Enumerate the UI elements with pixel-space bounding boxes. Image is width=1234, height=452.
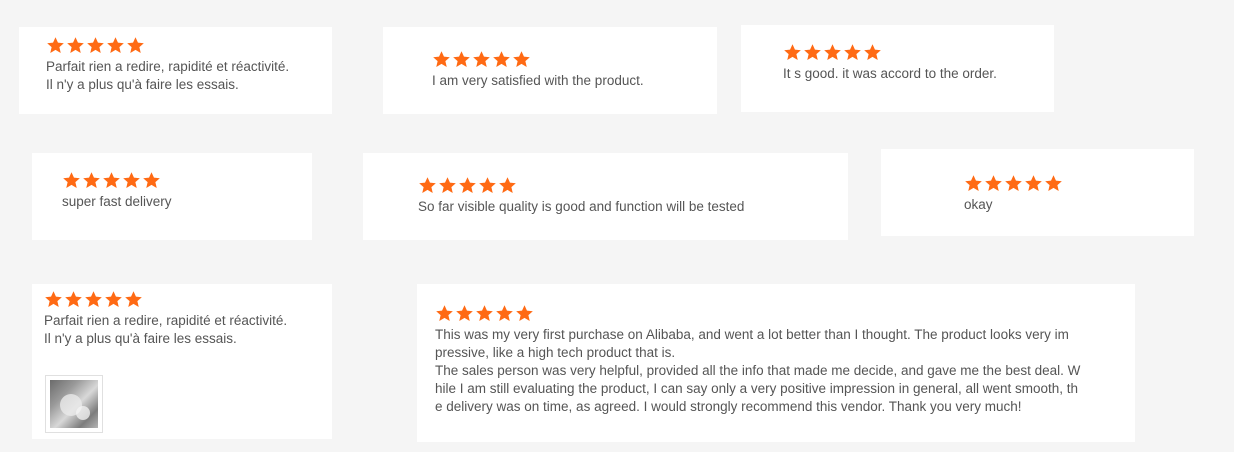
review-card: okay	[881, 149, 1194, 236]
star-rating	[44, 290, 287, 309]
star-rating	[62, 171, 172, 190]
review-text: Parfait rien a redire, rapidité et réact…	[46, 59, 290, 92]
star-icon	[87, 37, 104, 54]
review-card: super fast delivery	[32, 153, 312, 240]
star-icon	[513, 51, 530, 68]
star-rating	[783, 43, 997, 62]
star-icon	[103, 172, 120, 189]
star-icon	[985, 175, 1002, 192]
star-icon	[107, 37, 124, 54]
star-icon	[476, 305, 493, 322]
star-icon	[67, 37, 84, 54]
star-icon	[516, 305, 533, 322]
review-photo-image	[50, 380, 98, 428]
review-text: This was my very first purchase on Aliba…	[435, 327, 1081, 414]
star-icon	[499, 177, 516, 194]
star-icon	[459, 177, 476, 194]
review-card: This was my very first purchase on Aliba…	[417, 284, 1135, 442]
star-icon	[824, 44, 841, 61]
star-icon	[439, 177, 456, 194]
review-card: Parfait rien a redire, rapidité et réact…	[32, 284, 332, 439]
star-icon	[456, 305, 473, 322]
star-icon	[63, 172, 80, 189]
star-rating	[964, 174, 1063, 193]
star-icon	[453, 51, 470, 68]
star-icon	[965, 175, 982, 192]
star-icon	[65, 291, 82, 308]
star-rating	[435, 304, 1080, 323]
star-rating	[46, 36, 289, 55]
review-card: I am very satisfied with the product.	[383, 27, 717, 114]
review-photo-thumbnail[interactable]	[45, 375, 103, 433]
star-icon	[47, 37, 64, 54]
star-icon	[105, 291, 122, 308]
star-icon	[436, 305, 453, 322]
star-icon	[1045, 175, 1062, 192]
review-text: okay	[964, 197, 993, 212]
review-text: It s good. it was accord to the order.	[783, 66, 997, 81]
star-icon	[864, 44, 881, 61]
star-icon	[123, 172, 140, 189]
review-text: super fast delivery	[62, 194, 172, 209]
review-text: So far visible quality is good and funct…	[418, 199, 745, 214]
star-rating	[418, 176, 744, 195]
star-icon	[496, 305, 513, 322]
star-icon	[127, 37, 144, 54]
star-icon	[784, 44, 801, 61]
star-icon	[493, 51, 510, 68]
review-card: It s good. it was accord to the order.	[741, 25, 1054, 112]
star-icon	[433, 51, 450, 68]
review-card: Parfait rien a redire, rapidité et réact…	[19, 27, 332, 114]
star-icon	[1025, 175, 1042, 192]
star-icon	[419, 177, 436, 194]
star-icon	[1005, 175, 1022, 192]
star-icon	[143, 172, 160, 189]
star-icon	[85, 291, 102, 308]
review-text: Parfait rien a redire, rapidité et réact…	[44, 313, 288, 346]
star-icon	[83, 172, 100, 189]
star-rating	[432, 50, 644, 69]
star-icon	[473, 51, 490, 68]
star-icon	[844, 44, 861, 61]
review-text: I am very satisfied with the product.	[432, 73, 644, 88]
star-icon	[804, 44, 821, 61]
star-icon	[125, 291, 142, 308]
review-card: So far visible quality is good and funct…	[363, 153, 848, 240]
star-icon	[45, 291, 62, 308]
star-icon	[479, 177, 496, 194]
